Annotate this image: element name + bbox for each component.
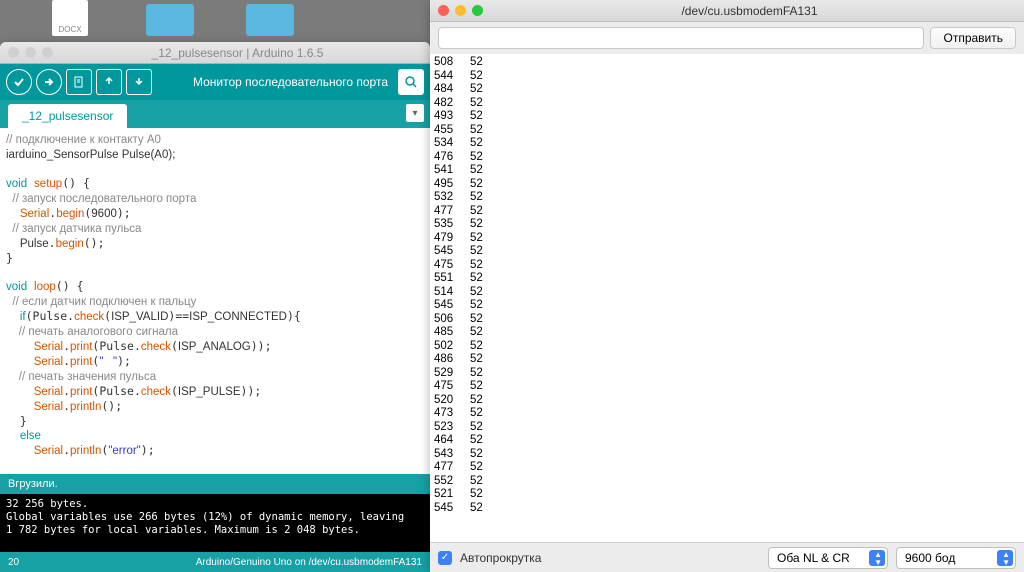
serial-row: 54352	[434, 448, 1020, 462]
serial-row: 45552	[434, 124, 1020, 138]
serial-row: 54152	[434, 164, 1020, 178]
new-button[interactable]	[66, 69, 92, 95]
serial-row: 55152	[434, 272, 1020, 286]
open-button[interactable]	[96, 69, 122, 95]
minimize-icon[interactable]	[455, 5, 466, 16]
code-editor[interactable]: // подключение к контакту A0 iarduino_Se…	[0, 128, 430, 474]
serial-row: 47752	[434, 205, 1020, 219]
serial-row: 52952	[434, 367, 1020, 381]
arduino-titlebar: _12_pulsesensor | Arduino 1.6.5	[0, 42, 430, 64]
serial-row: 48252	[434, 97, 1020, 111]
serial-row: 47552	[434, 380, 1020, 394]
serial-row: 49352	[434, 110, 1020, 124]
close-icon[interactable]	[8, 47, 19, 58]
serial-row: 53452	[434, 137, 1020, 151]
serial-monitor-button[interactable]	[398, 69, 424, 95]
upload-button[interactable]	[36, 69, 62, 95]
serial-row: 47352	[434, 407, 1020, 421]
zoom-icon[interactable]	[472, 5, 483, 16]
tab-menu-button[interactable]: ▾	[406, 104, 424, 122]
serial-monitor-label: Монитор последовательного порта	[193, 75, 388, 89]
save-button[interactable]	[126, 69, 152, 95]
folder-1[interactable]	[140, 0, 200, 40]
serial-row: 53552	[434, 218, 1020, 232]
serial-row: 52352	[434, 421, 1020, 435]
autoscroll-checkbox[interactable]: ✓	[438, 551, 452, 565]
tab-sketch[interactable]: _12_pulsesensor	[8, 104, 127, 128]
serial-row: 48652	[434, 353, 1020, 367]
zoom-icon[interactable]	[42, 47, 53, 58]
serial-row: 47952	[434, 232, 1020, 246]
line-ending-select[interactable]: Оба NL & CR▲▼	[768, 547, 888, 569]
serial-row: 54552	[434, 502, 1020, 516]
autoscroll-label: Автопрокрутка	[460, 551, 541, 565]
serial-row: 53252	[434, 191, 1020, 205]
baud-select[interactable]: 9600 бод▲▼	[896, 547, 1016, 569]
serial-row: 48552	[434, 326, 1020, 340]
serial-row: 50852	[434, 56, 1020, 70]
desktop-icons: DOCX	[0, 0, 430, 42]
serial-row: 47652	[434, 151, 1020, 165]
serial-row: 50252	[434, 340, 1020, 354]
serial-row: 55252	[434, 475, 1020, 489]
arduino-window-title: _12_pulsesensor | Arduino 1.6.5	[53, 46, 422, 60]
serial-row: 52152	[434, 488, 1020, 502]
status-bar: Вгрузили.	[0, 474, 430, 494]
serial-row: 47752	[434, 461, 1020, 475]
build-console: 32 256 bytes. Global variables use 266 b…	[0, 494, 430, 552]
arduino-toolbar: Монитор последовательного порта	[0, 64, 430, 100]
folder-2[interactable]	[240, 0, 300, 40]
serial-row: 54452	[434, 70, 1020, 84]
serial-row: 54552	[434, 245, 1020, 259]
serial-output[interactable]: 5085254452484524825249352455525345247652…	[430, 54, 1024, 542]
tab-row: _12_pulsesensor ▾	[0, 100, 430, 128]
line-number: 20	[8, 557, 19, 568]
serial-row: 47552	[434, 259, 1020, 273]
minimize-icon[interactable]	[25, 47, 36, 58]
close-icon[interactable]	[438, 5, 449, 16]
doc-file[interactable]: DOCX	[40, 0, 100, 40]
serial-window-title: /dev/cu.usbmodemFA131	[483, 4, 1016, 18]
verify-button[interactable]	[6, 69, 32, 95]
serial-input[interactable]	[438, 27, 924, 49]
send-row: Отправить	[430, 22, 1024, 54]
send-button[interactable]: Отправить	[930, 27, 1016, 49]
serial-row: 49552	[434, 178, 1020, 192]
serial-row: 54552	[434, 299, 1020, 313]
serial-row: 52052	[434, 394, 1020, 408]
serial-row: 51452	[434, 286, 1020, 300]
serial-row: 50652	[434, 313, 1020, 327]
board-info: Arduino/Genuino Uno on /dev/cu.usbmodemF…	[196, 557, 422, 568]
serial-row: 46452	[434, 434, 1020, 448]
arduino-footer: 20 Arduino/Genuino Uno on /dev/cu.usbmod…	[0, 552, 430, 572]
serial-titlebar: /dev/cu.usbmodemFA131	[430, 0, 1024, 22]
serial-row: 48452	[434, 83, 1020, 97]
arduino-window: _12_pulsesensor | Arduino 1.6.5 Монитор …	[0, 42, 430, 572]
serial-bottom-bar: ✓ Автопрокрутка Оба NL & CR▲▼ 9600 бод▲▼	[430, 542, 1024, 572]
serial-monitor-window: /dev/cu.usbmodemFA131 Отправить 50852544…	[430, 0, 1024, 572]
